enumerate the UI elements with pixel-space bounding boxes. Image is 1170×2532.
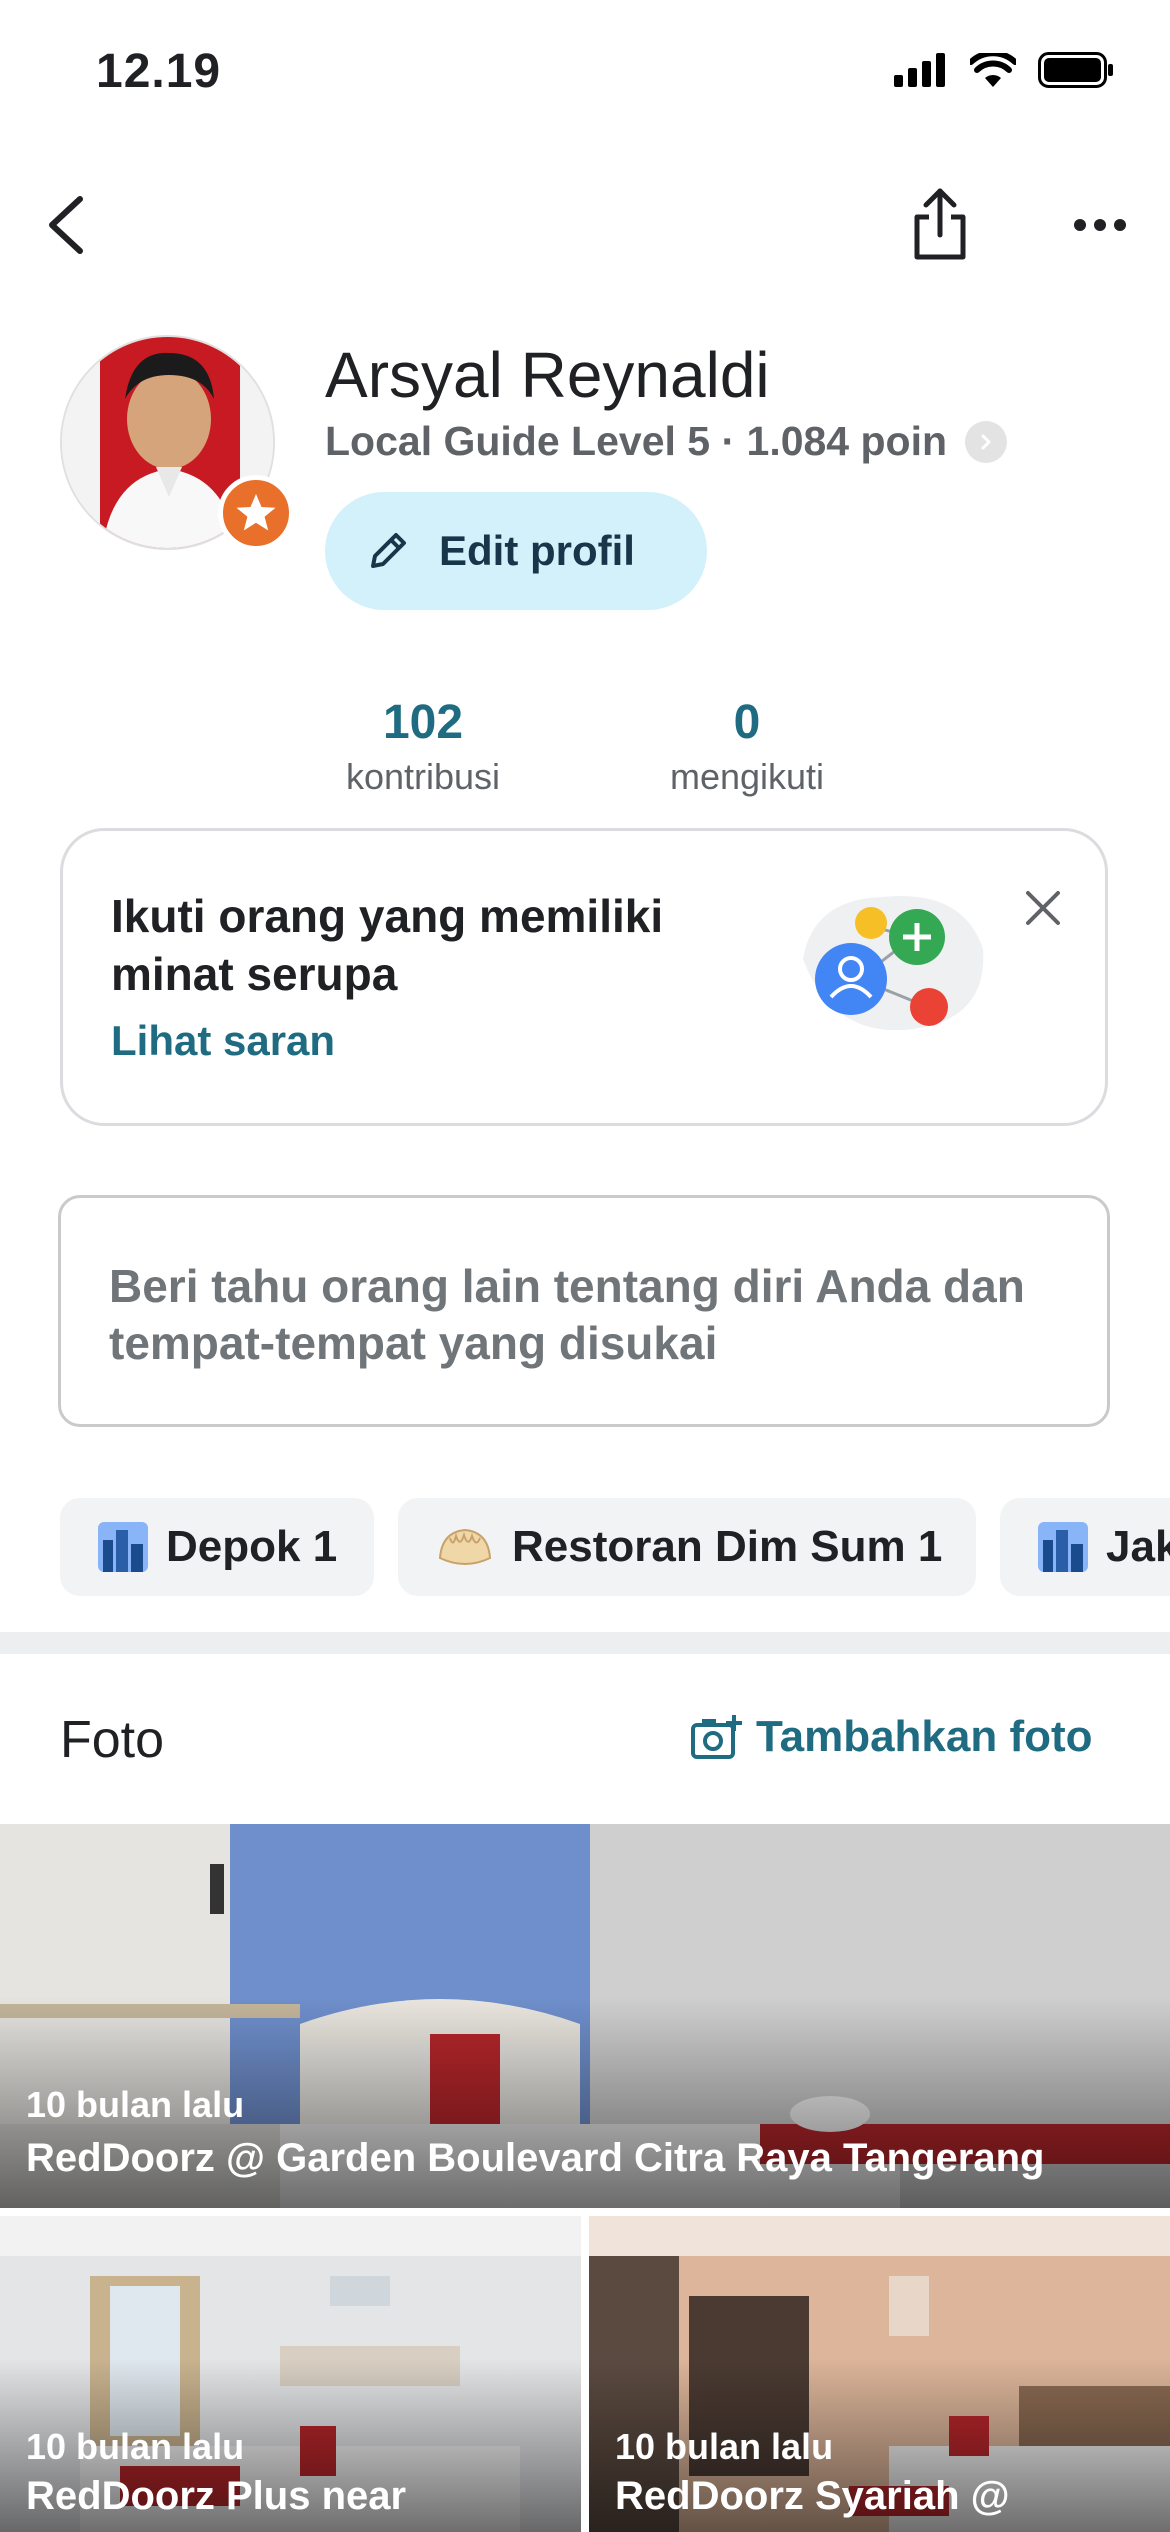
chip-dim-sum[interactable]: Restoran Dim Sum 1 [398, 1498, 976, 1596]
pencil-icon [371, 533, 406, 568]
interest-chips: Depok 1 Restoran Dim Sum 1 Jakarta [0, 1498, 1170, 1598]
photo-place-name: RedDoorz Syariah @ [615, 2474, 1010, 2518]
photo-time: 10 bulan lalu [26, 2426, 245, 2467]
follow-card-title: Ikuti orang yang memiliki minat serupa [111, 890, 664, 1000]
status-icons [894, 52, 1114, 88]
status-time: 12.19 [96, 45, 222, 98]
photos-section-title: Foto [60, 1711, 165, 1769]
status-bar: 12.19 [0, 0, 1170, 150]
local-guide-level[interactable]: Local Guide Level 5 · 1.084 poin [325, 418, 1008, 465]
edit-profile-button[interactable]: Edit profil [325, 492, 707, 610]
chip-jakarta[interactable]: Jakarta [1000, 1498, 1170, 1596]
back-arrow-icon [49, 196, 83, 254]
photo-tile[interactable]: 10 bulan lalu RedDoorz @ Garden Boulevar… [0, 1824, 1170, 2208]
back-button[interactable] [40, 185, 100, 265]
share-button[interactable] [905, 185, 975, 265]
photo-tile[interactable]: 10 bulan lalu RedDoorz Syariah @ [589, 2216, 1170, 2532]
chip-depok[interactable]: Depok 1 [60, 1498, 374, 1596]
add-photo-button[interactable]: Tambahkan foto [690, 1712, 1093, 1762]
bio-input[interactable]: Beri tahu orang lain tentang diri Anda d… [58, 1195, 1110, 1427]
stat-label: kontribusi [345, 756, 501, 797]
stat-label: mengikuti [669, 756, 825, 797]
people-network-illustration-icon [803, 896, 984, 1031]
stat-value: 102 [382, 696, 464, 749]
bio-placeholder: Beri tahu orang lain tentang diri Anda d… [109, 1260, 1025, 1369]
see-suggestions-link[interactable]: Lihat saran [111, 1017, 335, 1065]
share-icon [914, 188, 966, 260]
photo-time: 10 bulan lalu [26, 2084, 245, 2125]
dumpling-icon [438, 1528, 492, 1565]
battery-icon [1038, 52, 1113, 88]
stat-following[interactable]: 0 mengikuti [627, 695, 867, 798]
avatar[interactable] [60, 335, 294, 551]
photo-tile[interactable]: 10 bulan lalu RedDoorz Plus near [0, 2216, 581, 2532]
chip-label: Depok 1 [166, 1522, 338, 1571]
local-guide-star-icon [218, 475, 294, 551]
edit-profile-label: Edit profil [439, 527, 635, 574]
chip-label: Restoran Dim Sum 1 [512, 1522, 943, 1571]
close-icon [1026, 891, 1060, 925]
photo-time: 10 bulan lalu [615, 2426, 834, 2467]
close-button[interactable] [1018, 883, 1068, 933]
photo-place-name: RedDoorz @ Garden Boulevard Citra Raya T… [26, 2136, 1045, 2180]
cellular-signal-icon [894, 53, 945, 87]
add-photo-icon [691, 1715, 742, 1759]
chip-label: Jakarta [1106, 1522, 1170, 1571]
local-guide-level-text: Local Guide Level 5 · 1.084 poin [325, 418, 948, 464]
profile-name: Arsyal Reynaldi [325, 339, 770, 411]
more-options-icon [1074, 219, 1126, 231]
city-icon [98, 1522, 148, 1572]
follow-suggestion-card: Ikuti orang yang memiliki minat serupa L… [60, 828, 1108, 1126]
stat-value: 0 [733, 696, 761, 749]
more-options-button[interactable] [1070, 200, 1130, 250]
add-photo-label: Tambahkan foto [756, 1712, 1093, 1761]
chevron-right-icon [965, 420, 1008, 463]
section-divider [0, 1632, 1170, 1654]
photo-place-name: RedDoorz Plus near [26, 2474, 407, 2518]
wifi-icon [970, 53, 1016, 87]
stat-contributions[interactable]: 102 kontribusi [303, 695, 543, 798]
city-icon [1038, 1522, 1088, 1572]
